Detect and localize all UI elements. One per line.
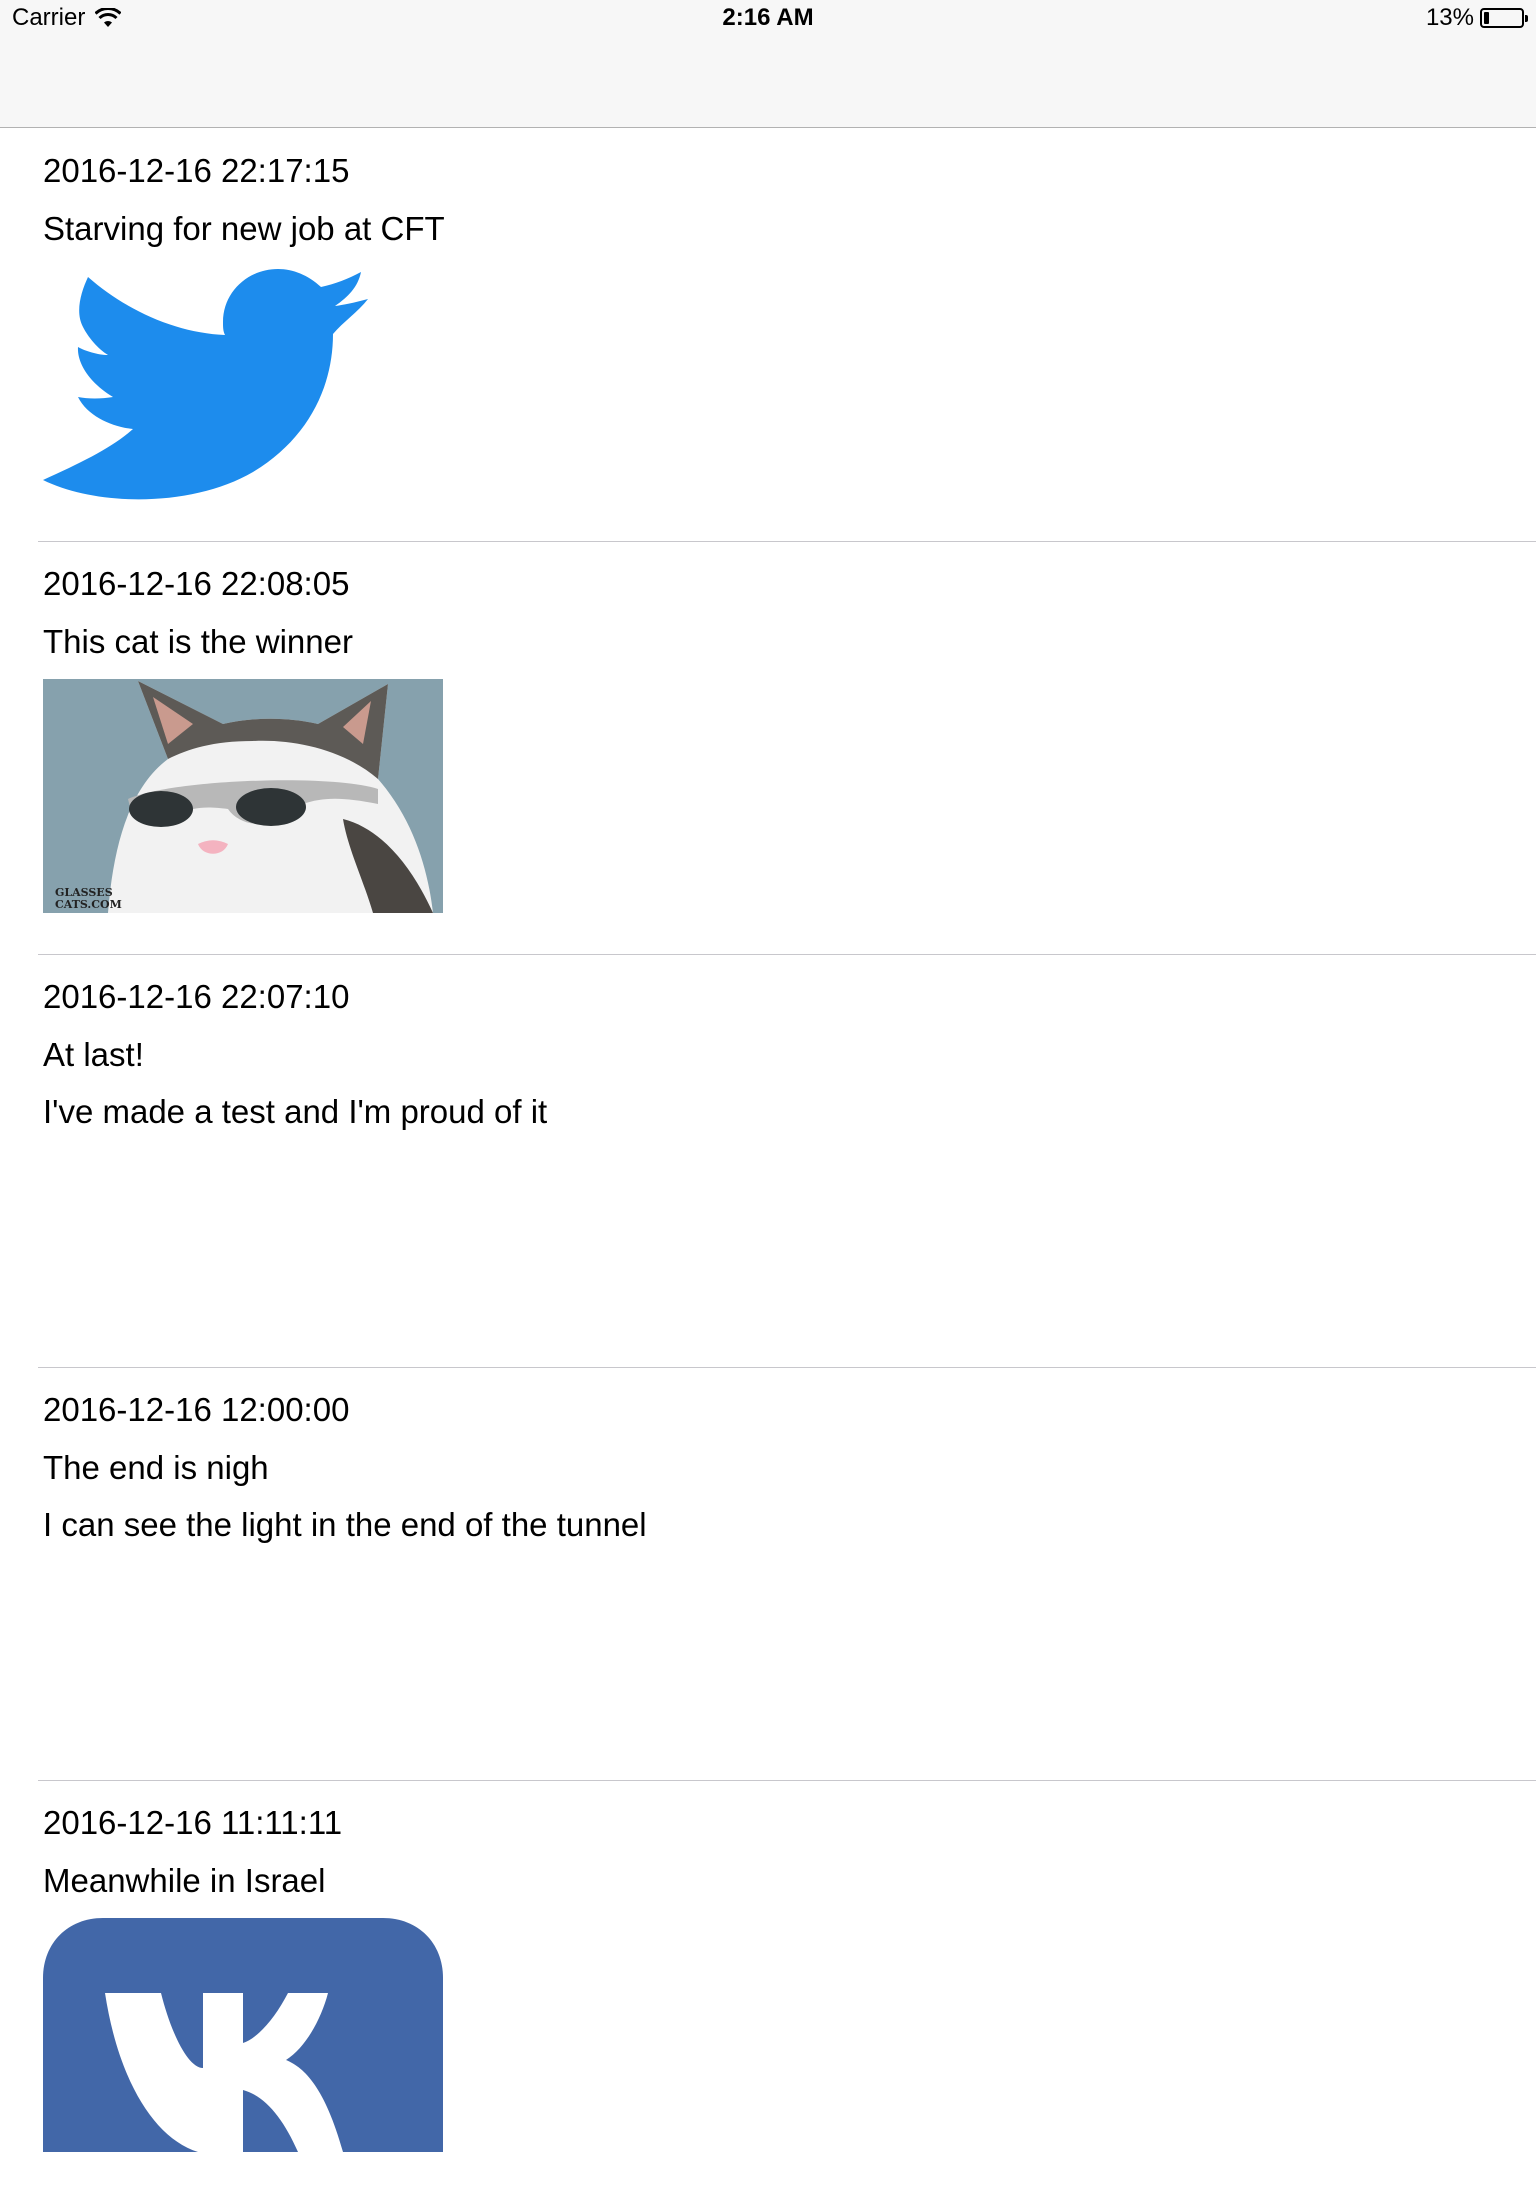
post-title: At last! (43, 1036, 144, 1073)
vk-logo-image (43, 1918, 443, 2152)
post-date: 2016-12-16 22:17:15 (43, 152, 350, 189)
post-cell[interactable]: 2016-12-16 22:07:10 At last! I've made a… (38, 955, 1536, 1368)
cat-sunglasses-photo: GLASSES CATS.COM (43, 679, 443, 913)
post-cell[interactable]: 2016-12-16 22:08:05 This cat is the winn… (38, 542, 1536, 955)
status-time: 2:16 AM (722, 4, 814, 31)
battery-percent: 13% (1425, 4, 1474, 31)
post-title: Starving for new job at CFT (43, 210, 445, 247)
battery-area: 13% (1425, 4, 1528, 32)
post-cell[interactable]: 2016-12-16 12:00:00 The end is nigh I ca… (38, 1368, 1536, 1781)
battery-fill (1484, 12, 1489, 24)
post-feed[interactable]: 2016-12-16 22:17:15 Starving for new job… (0, 129, 1536, 2194)
post-title: This cat is the winner (43, 623, 353, 660)
post-title: The end is nigh (43, 1449, 269, 1486)
status-bar: Carrier 2:16 AM 13% (0, 0, 1536, 128)
battery-icon (1480, 8, 1528, 28)
post-date: 2016-12-16 11:11:11 (43, 1804, 343, 1841)
post-date: 2016-12-16 12:00:00 (43, 1391, 350, 1428)
post-date: 2016-12-16 22:07:10 (43, 978, 350, 1015)
twitter-bird-image (43, 269, 368, 500)
post-body: I can see the light in the end of the tu… (43, 1506, 647, 1543)
post-cell[interactable]: 2016-12-16 22:17:15 Starving for new job… (38, 129, 1536, 542)
post-body: I've made a test and I'm proud of it (43, 1093, 548, 1130)
post-date: 2016-12-16 22:08:05 (43, 565, 350, 602)
post-title: Meanwhile in Israel (43, 1862, 326, 1899)
watermark-line: CATS.COM (55, 898, 122, 911)
post-cell[interactable]: 2016-12-16 11:11:11 Meanwhile in Israel (38, 1781, 1536, 2194)
